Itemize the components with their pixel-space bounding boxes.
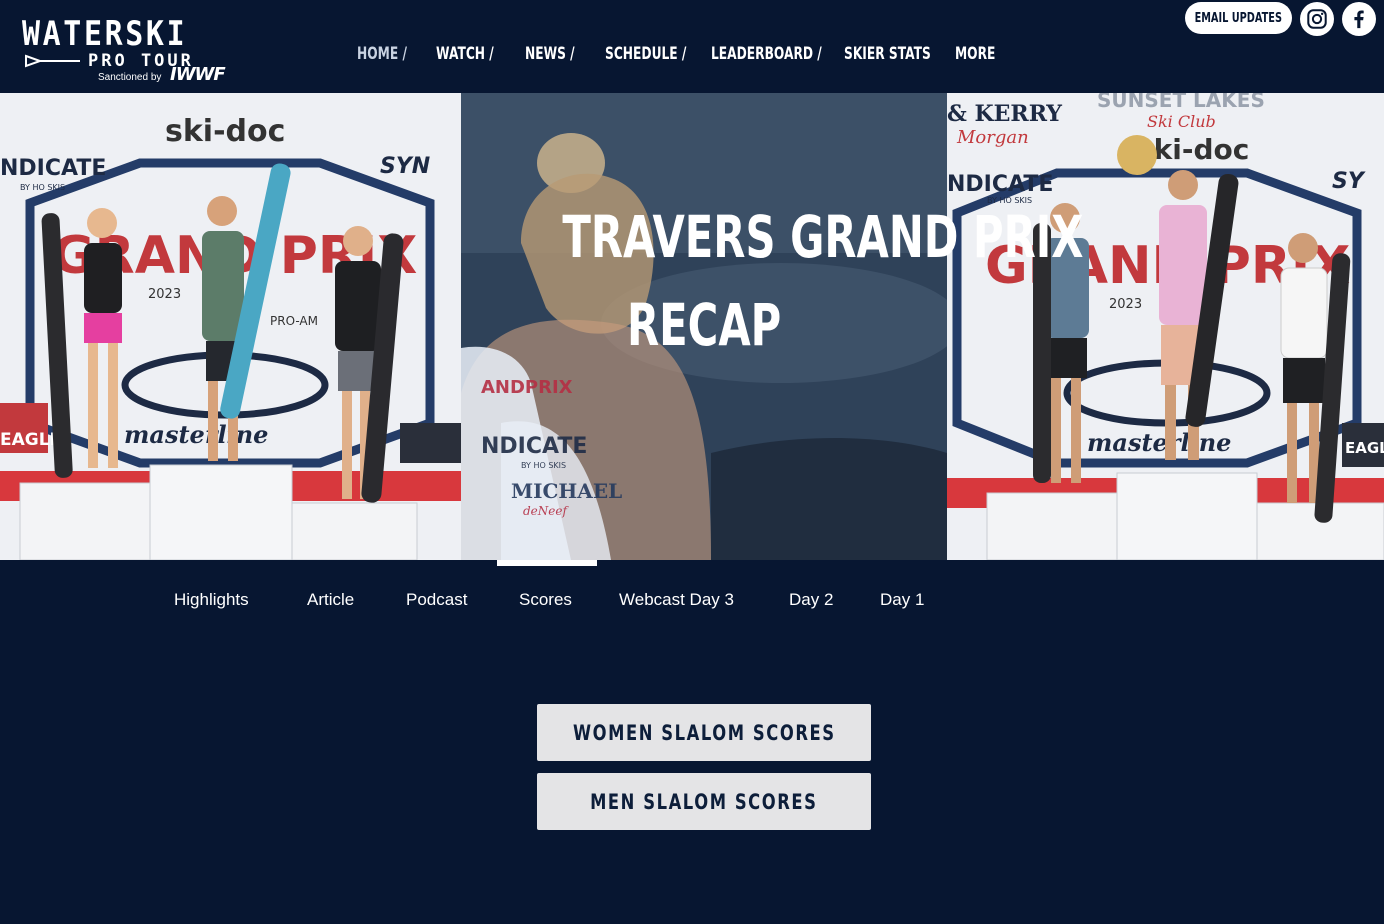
women-podium-photo: ski-doc NDICATE BY HO SKIS SYN GRAND PRI… xyxy=(0,93,461,560)
podium-second xyxy=(19,482,151,560)
email-updates-button[interactable]: Email Updates xyxy=(1185,2,1292,34)
hero-banner: ski-doc NDICATE BY HO SKIS SYN GRAND PRI… xyxy=(0,93,1384,560)
active-tab-indicator xyxy=(497,560,597,566)
eagle-panel-right xyxy=(400,423,461,463)
podium-first-right xyxy=(1116,472,1258,560)
banner-sponsor: & KERRY xyxy=(947,101,1062,127)
banner-brand-right: masterline xyxy=(1087,428,1231,457)
facebook-icon xyxy=(1354,10,1364,29)
banner-left-sub: BY HO SKIS xyxy=(20,183,65,192)
jersey-name-2: deNeef xyxy=(523,504,569,518)
trophy-medal xyxy=(1117,135,1157,175)
men-podium-illustration: & KERRY Morgan SUNSET LAKES Ski Club ski… xyxy=(947,93,1384,560)
instagram-link[interactable] xyxy=(1300,2,1334,36)
nav-more[interactable]: More xyxy=(955,44,995,64)
jersey-mid-text: NDICATE xyxy=(481,434,587,459)
boat-shape xyxy=(711,438,947,560)
tab-day-1[interactable]: Day 1 xyxy=(880,590,924,610)
banner-year: 2023 xyxy=(148,287,181,302)
email-updates-label: Email Updates xyxy=(1194,10,1283,26)
nav-leaderboard[interactable]: Leaderboard / xyxy=(711,44,822,64)
banner-pro-am: PRO-AM xyxy=(270,314,318,328)
tab-day-2[interactable]: Day 2 xyxy=(789,590,833,610)
nav-schedule[interactable]: Schedule / xyxy=(605,44,686,64)
women-podium-illustration: ski-doc NDICATE BY HO SKIS SYN GRAND PRI… xyxy=(0,93,461,560)
tab-article[interactable]: Article xyxy=(307,590,354,610)
site-header: WATERSKI PRO TOUR Sanctioned by IWWF Hom… xyxy=(0,0,1384,93)
tab-scores[interactable]: Scores xyxy=(519,590,572,610)
hero-title-line-1: TRAVERS GRAND PRIX xyxy=(562,203,1084,271)
tab-podcast[interactable]: Podcast xyxy=(406,590,467,610)
banner-eagle: EAGLE xyxy=(0,430,61,450)
women-slalom-scores-button[interactable]: Women Slalom Scores xyxy=(537,704,871,761)
hero-title-line-2: RECAP xyxy=(626,291,782,359)
podium-second-right xyxy=(986,492,1118,560)
banner-synergy-right: SY xyxy=(1332,169,1366,194)
nav-skier-stats[interactable]: Skier Stats xyxy=(844,44,931,64)
banner-club: SUNSET LAKES xyxy=(1097,93,1265,112)
men-podium-photo: & KERRY Morgan SUNSET LAKES Ski Club ski… xyxy=(947,93,1384,560)
banner-eagle-right: EAGLE xyxy=(1345,439,1384,457)
jersey-name: MICHAEL xyxy=(511,479,622,503)
nav-news[interactable]: News / xyxy=(525,44,583,64)
banner-left-text: NDICATE xyxy=(0,156,106,181)
tab-webcast-day-3[interactable]: Webcast Day 3 xyxy=(619,590,734,610)
men-slalom-scores-button[interactable]: Men Slalom Scores xyxy=(537,773,871,830)
podium-third xyxy=(291,502,418,560)
hero-title: TRAVERS GRAND PRIX RECAP xyxy=(461,193,1083,369)
recap-tabs: Highlights Article Podcast Scores Webcas… xyxy=(0,560,1384,630)
jersey-sub-text: BY HO SKIS xyxy=(521,461,566,470)
logo-wordmark: WATERSKI xyxy=(22,14,188,54)
podium-first xyxy=(149,464,293,560)
tab-highlights[interactable]: Highlights xyxy=(174,590,249,610)
nav-watch[interactable]: Watch / xyxy=(436,44,500,64)
facebook-link[interactable] xyxy=(1342,2,1376,36)
nav-home[interactable]: Home / xyxy=(357,44,414,64)
banner-club-2: Ski Club xyxy=(1147,112,1216,131)
waterski-pro-tour-logo[interactable]: WATERSKI PRO TOUR Sanctioned by IWWF xyxy=(22,14,232,86)
men-slalom-scores-label: Men Slalom Scores xyxy=(590,789,818,814)
sanctioned-by-label: Sanctioned by xyxy=(98,72,162,83)
banner-top-text: ski-doc xyxy=(165,114,285,149)
main-nav: Home / Watch / News / Schedule / Leaderb… xyxy=(357,40,1005,68)
arrow-icon xyxy=(25,54,80,68)
banner-synergy-text: SYN xyxy=(380,154,430,179)
banner-year-right: 2023 xyxy=(1109,297,1142,312)
banner-brand: masterline xyxy=(124,420,268,449)
banner-sponsor-2: Morgan xyxy=(956,127,1029,148)
women-slalom-scores-label: Women Slalom Scores xyxy=(572,720,836,745)
jersey-top-text: ANDPRIX xyxy=(481,377,573,398)
instagram-icon xyxy=(1307,9,1327,29)
iwwf-logo: IWWF xyxy=(170,64,226,85)
